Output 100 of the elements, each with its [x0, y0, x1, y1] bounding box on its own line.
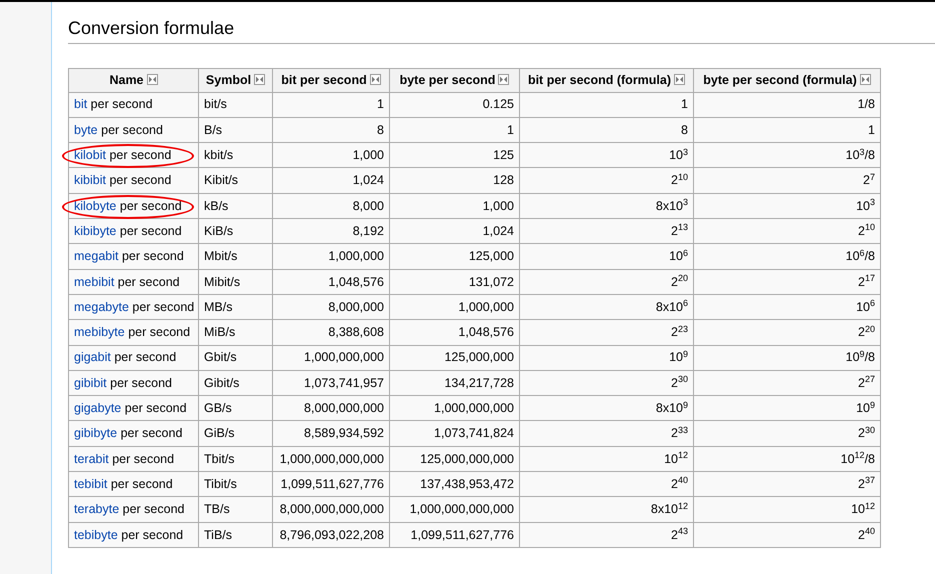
table-cell: 8,000 [272, 193, 390, 219]
unit-link[interactable]: tebibit [74, 476, 108, 491]
unit-link[interactable]: mebibit [74, 274, 114, 289]
table-cell: 2$^{30}$ [520, 370, 694, 396]
table-cell: GiB/s [198, 420, 272, 446]
name-text: per second [127, 325, 190, 340]
unit-link[interactable]: kilobit [74, 148, 106, 162]
table-cell: TiB/s [198, 522, 272, 548]
table-cell: 0.125 [390, 92, 520, 118]
table-cell: 10$^{12}$/8 [694, 446, 880, 472]
table-cell: 2$^{33}$ [520, 420, 694, 446]
column-header[interactable]: byte per second [390, 68, 520, 92]
table-cell: 125 [390, 142, 520, 168]
table-cell: 131,072 [390, 269, 520, 294]
table-cell: 2$^{20}$ [694, 320, 880, 346]
table-cell: 10$^{3}$/8 [694, 142, 880, 168]
unit-link[interactable]: gigabyte [74, 401, 122, 416]
unit-link[interactable]: byte [74, 122, 98, 137]
table-cell: 2$^{13}$ [520, 218, 694, 244]
table-cell: 1,048,576 [272, 269, 390, 294]
table-cell: 10$^{3}$ [694, 193, 880, 219]
table-cell: 1,024 [390, 218, 520, 244]
unit-link[interactable]: bit [74, 97, 88, 112]
unit-link[interactable]: gibibyte [74, 426, 118, 440]
table-cell: GB/s [198, 396, 272, 421]
table-cell: 8,000,000,000 [272, 396, 390, 421]
table-cell: 10$^{9}$ [520, 345, 694, 370]
table-cell: TB/s [198, 496, 272, 522]
table-cell: 1,000,000 [272, 244, 390, 270]
table-cell: 8 [272, 117, 390, 143]
table-cell: 10$^{9}$ [694, 396, 880, 421]
table-cell: Kibit/s [198, 168, 272, 194]
unit-link[interactable]: terabit [74, 452, 109, 466]
name-text: per second [116, 274, 180, 289]
table-cell: 1,048,576 [390, 320, 520, 346]
sort-icon[interactable] [254, 74, 266, 85]
table-cell: 2$^{10}$ [520, 168, 694, 194]
table-cell: kbit/s [198, 142, 272, 168]
name-text: per second [108, 148, 172, 162]
table-cell: MB/s [198, 294, 272, 320]
table-cell: KiB/s [198, 218, 272, 244]
sort-icon[interactable] [860, 74, 871, 85]
sort-icon[interactable] [146, 74, 158, 85]
unit-link[interactable]: megabyte [74, 300, 129, 314]
table-cell: 2$^{43}$ [520, 522, 694, 548]
column-header[interactable]: Symbol [198, 68, 272, 92]
unit-link[interactable]: terabyte [74, 502, 120, 516]
name-text: per second [124, 401, 187, 416]
table-cell: 10$^{6}$/8 [694, 244, 880, 270]
table-cell: 10$^{3}$ [520, 142, 694, 168]
table-cell: 8 [520, 117, 694, 143]
unit-link[interactable]: megabit [74, 249, 118, 264]
table-cell: 1,000,000,000,000 [390, 496, 520, 522]
table-cell: 2$^{7}$ [694, 168, 880, 194]
unit-link[interactable]: kibibyte [74, 224, 116, 238]
sort-icon[interactable] [674, 74, 686, 85]
table-cell: 125,000,000,000 [390, 446, 520, 472]
table-cell: 1,099,511,627,776 [272, 472, 390, 497]
table-cell: Mibit/s [198, 269, 272, 294]
table-cell: Tbit/s [198, 446, 272, 472]
name-text: per second [90, 97, 153, 112]
table-cell: 8,192 [272, 218, 390, 244]
table-cell: 8x10$^{12}$ [520, 496, 694, 522]
table-cell: 8x10$^{6}$ [520, 294, 694, 320]
table-cell: 128 [390, 168, 520, 194]
table-cell: 2$^{17}$ [694, 269, 880, 294]
sort-icon[interactable] [370, 74, 381, 85]
name-text: per second [131, 300, 194, 314]
table-cell: Mbit/s [198, 244, 272, 270]
table-cell: 125,000 [390, 244, 520, 270]
table-cell: 1 [520, 92, 694, 118]
table-cell: 1,000 [272, 142, 390, 168]
table-cell: Gibit/s [198, 370, 272, 396]
table-cell: 8,000,000,000,000 [272, 496, 390, 522]
unit-link[interactable]: gibibit [74, 376, 107, 390]
column-header[interactable]: bit per second (formula) [520, 68, 694, 92]
unit-link[interactable]: tebibyte [74, 528, 118, 542]
column-header[interactable]: bit per second [272, 68, 390, 92]
table-cell: 1/8 [694, 92, 880, 118]
table-cell: 1,099,511,627,776 [390, 522, 520, 548]
name-text: per second [111, 452, 174, 466]
table-cell: 1,000 [390, 193, 520, 219]
table-cell: 2$^{27}$ [694, 370, 880, 396]
table-cell: 10$^{12}$ [520, 446, 694, 472]
table-cell: 8,000,000 [272, 294, 390, 320]
section-heading: Conversion formulae [68, 18, 935, 44]
name-text: per second [120, 528, 184, 542]
sort-icon[interactable] [498, 74, 510, 85]
column-header[interactable]: byte per second (formula) [694, 68, 880, 92]
unit-link[interactable]: mebibyte [74, 325, 125, 340]
name-text: per second [110, 476, 173, 491]
unit-link[interactable]: kilobyte [74, 198, 116, 213]
unit-link[interactable]: gigabit [74, 350, 111, 364]
table-cell: 137,438,953,472 [390, 472, 520, 497]
name-text: per second [118, 224, 182, 238]
table-cell: 1 [390, 117, 520, 143]
table-cell: 10$^{12}$ [694, 496, 880, 522]
name-text: per second [108, 173, 172, 188]
unit-link[interactable]: kibibit [74, 173, 106, 188]
column-header[interactable]: Name [68, 68, 198, 92]
